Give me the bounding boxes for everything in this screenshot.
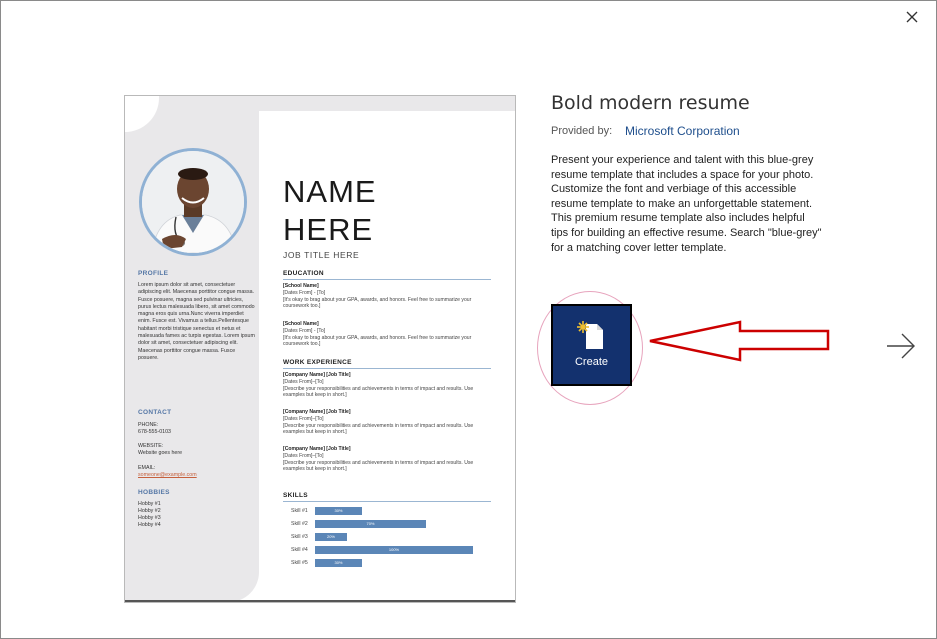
website-value: Website goes here — [138, 450, 183, 456]
profile-heading: PROFILE — [138, 270, 169, 277]
profile-text: Lorem ipsum dolor sit amet, consectetuer… — [138, 282, 255, 361]
skill-bar: 70% — [315, 520, 426, 528]
skill-label: Skill #2 — [291, 521, 308, 527]
create-button-label: Create — [574, 356, 609, 368]
entry-dates: [Dates From]–[To] — [283, 378, 324, 385]
preview-bottom-edge — [125, 600, 515, 602]
entry-title: [Company Name] [Job Title] — [283, 372, 351, 378]
provided-by-label: Provided by: — [551, 125, 613, 137]
entry-title: [Company Name] [Job Title] — [283, 409, 351, 415]
education-entry: [School Name] [Dates From] - [To] [It's … — [283, 321, 493, 348]
entry-desc: [Describe your responsibilities and achi… — [283, 385, 474, 399]
skill-label: Skill #4 — [291, 547, 308, 553]
skill-label: Skill #1 — [291, 508, 308, 514]
close-icon[interactable] — [901, 6, 923, 28]
email-value: someone@example.com — [138, 472, 197, 478]
entry-title: [Company Name] [Job Title] — [283, 446, 351, 452]
skill-bar: 30% — [315, 507, 362, 515]
entry-title: [School Name] — [283, 321, 319, 327]
job-title: JOB TITLE HERE — [283, 250, 360, 260]
create-button[interactable]: Create — [551, 304, 632, 386]
hobby-item: Hobby #4 — [138, 522, 161, 528]
education-entry: [School Name] [Dates From] - [To] [It's … — [283, 283, 493, 310]
entry-desc: [It's okay to brag about your GPA, award… — [283, 334, 472, 348]
phone-value: 678-555-0103 — [138, 429, 171, 435]
skill-label: Skill #5 — [291, 560, 308, 566]
skill-bar: 30% — [315, 559, 362, 567]
template-preview: PROFILE Lorem ipsum dolor sit amet, cons… — [124, 95, 516, 603]
hobbies-heading: HOBBIES — [138, 489, 170, 496]
entry-dates: [Dates From] - [To] — [283, 289, 326, 296]
skill-label: Skill #3 — [291, 534, 308, 540]
profile-photo — [139, 148, 247, 256]
work-entry: [Company Name] [Job Title] [Dates From]–… — [283, 409, 493, 436]
education-heading: EDUCATION — [283, 270, 491, 280]
provider-link[interactable]: Microsoft Corporation — [625, 124, 740, 138]
entry-dates: [Dates From] - [To] — [283, 327, 326, 334]
template-title: Bold modern resume — [551, 92, 750, 114]
skill-bar: 100% — [315, 546, 473, 554]
email-line: someone@example.com — [138, 472, 256, 479]
entry-desc: [Describe your responsibilities and achi… — [283, 459, 474, 473]
work-heading: WORK EXPERIENCE — [283, 359, 491, 369]
entry-title: [School Name] — [283, 283, 319, 289]
entry-dates: [Dates From]–[To] — [283, 452, 324, 459]
resume-name: NAME HERE — [283, 173, 377, 249]
skills-heading: SKILLS — [283, 492, 491, 502]
entry-desc: [It's okay to brag about your GPA, award… — [283, 296, 472, 310]
work-entry: [Company Name] [Job Title] [Dates From]–… — [283, 446, 493, 473]
entry-desc: [Describe your responsibilities and achi… — [283, 422, 474, 436]
arrow-right-icon[interactable] — [884, 330, 918, 362]
entry-dates: [Dates From]–[To] — [283, 415, 324, 422]
new-document-icon — [577, 321, 603, 349]
skill-bar: 20% — [315, 533, 347, 541]
name-line-2: HERE — [283, 212, 374, 247]
name-line-1: NAME — [283, 174, 377, 209]
annotation-arrow — [649, 320, 830, 362]
contact-heading: CONTACT — [138, 409, 172, 416]
template-description: Present your experience and talent with … — [551, 154, 822, 254]
work-entry: [Company Name] [Job Title] [Dates From]–… — [283, 372, 493, 399]
